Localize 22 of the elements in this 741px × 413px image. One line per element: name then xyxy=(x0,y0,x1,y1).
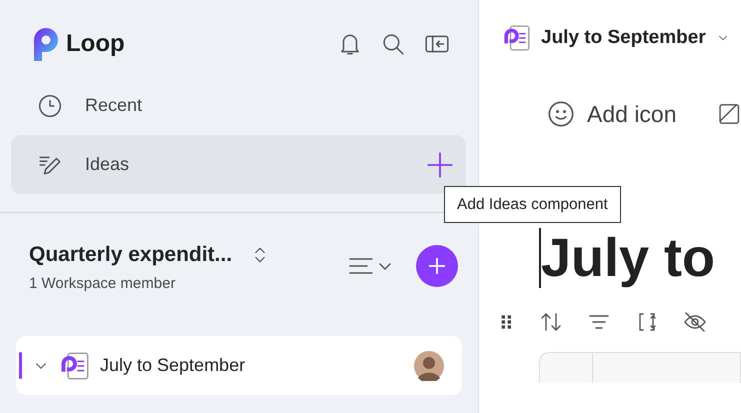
add-icon[interactable] xyxy=(426,150,454,178)
plus-icon xyxy=(428,257,446,275)
member-count: 1 Workspace member xyxy=(29,275,176,292)
page-name[interactable]: July to September xyxy=(541,27,706,49)
page-item[interactable]: July to September xyxy=(16,336,462,395)
add-page-button[interactable] xyxy=(416,245,458,287)
hide-icon[interactable] xyxy=(683,310,707,334)
logo-icon xyxy=(34,28,58,60)
page-heading[interactable]: July to xyxy=(541,228,716,288)
add-icon-button[interactable]: Add icon xyxy=(547,100,677,128)
nav-item[interactable]: Recent xyxy=(11,76,466,135)
workspace-title[interactable]: Quarterly expendit... xyxy=(29,243,232,267)
clock-icon xyxy=(37,92,63,118)
search-icon[interactable] xyxy=(381,32,406,56)
nav-item[interactable]: Ideas xyxy=(11,135,466,194)
avatar xyxy=(414,350,444,380)
app-name: Loop xyxy=(66,30,125,58)
page-icon xyxy=(503,24,531,52)
page-title: July to September xyxy=(100,355,246,376)
smiley-icon xyxy=(547,100,575,128)
tooltip: Add Ideas component xyxy=(444,186,621,223)
page-icon xyxy=(60,350,90,380)
